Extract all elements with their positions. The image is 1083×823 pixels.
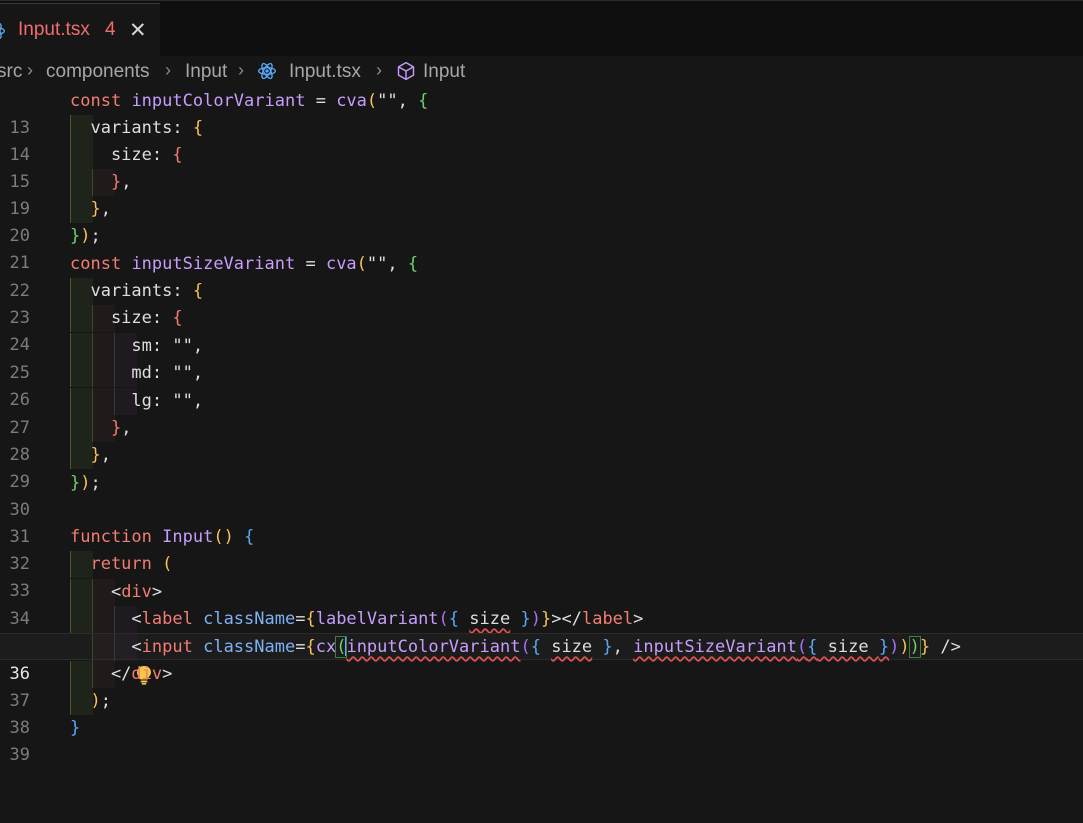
code-line: 32 function Input() { [9,527,255,574]
chevron-right-icon: › [376,60,382,80]
code-line: 38 ); [0,688,1083,738]
code-line: 28 }, [0,415,1083,465]
code-line: 15 size: { [0,142,1083,192]
code-line: 29 }, [0,442,1083,492]
code-editor[interactable]: 13 const inputColorVariant = cva("", { 1… [0,87,1083,765]
code-line: 33 return ( [0,551,1083,601]
code-line: 20 }, [0,196,1083,246]
chevron-right-icon: › [238,60,244,80]
code-line: 37 </div> [0,661,1083,711]
tab-title: Input.tsx [18,19,90,40]
breadcrumb-components[interactable]: components [46,61,150,83]
code-line: 22 const inputSizeVariant = cva("", { [9,254,419,301]
problem-count-badge: 4 [105,19,116,40]
chevron-right-icon: › [165,60,171,80]
code-line: 34 <div> [0,579,1083,629]
breadcrumb-input-folder[interactable]: Input [185,61,227,83]
code-line: 26 md: "", [0,360,1083,410]
breadcrumb-src[interactable]: src [0,61,22,83]
code-line: 21 }); [9,226,101,273]
code-line: 13 const inputColorVariant = cva("", { [9,91,429,138]
breadcrumb: src › components › Input › Input.tsx › I… [0,58,1083,86]
tab-input-tsx[interactable]: Input.tsx 4 ✕ [0,3,160,57]
symbol-component-icon [396,61,416,87]
code-line: 19 }, [0,169,1083,219]
chevron-right-icon: › [27,60,33,80]
code-line: 39 } [9,718,81,765]
code-line: 25 sm: "", [0,333,1083,383]
code-line: 31 [9,527,30,547]
code-line: 27 lg: "", [0,388,1083,438]
close-icon[interactable]: ✕ [129,18,147,43]
code-line: 24 size: { [0,305,1083,355]
code-line: 14 variants: { [0,115,1083,165]
code-line: 23 variants: { [0,278,1083,328]
breadcrumb-input-tsx[interactable]: Input.tsx [289,61,361,83]
react-icon [0,21,6,46]
code-line: 30 }); [9,473,101,520]
breadcrumb-input-symbol[interactable]: Input [423,61,465,83]
code-line: 35 <label className={labelVariant({ size… [0,606,1083,656]
code-line-active: 36 <input className={cx(inputColorVarian… [0,633,1083,685]
react-icon [257,61,277,87]
tab-bar: Input.tsx 4 ✕ [0,0,1083,57]
